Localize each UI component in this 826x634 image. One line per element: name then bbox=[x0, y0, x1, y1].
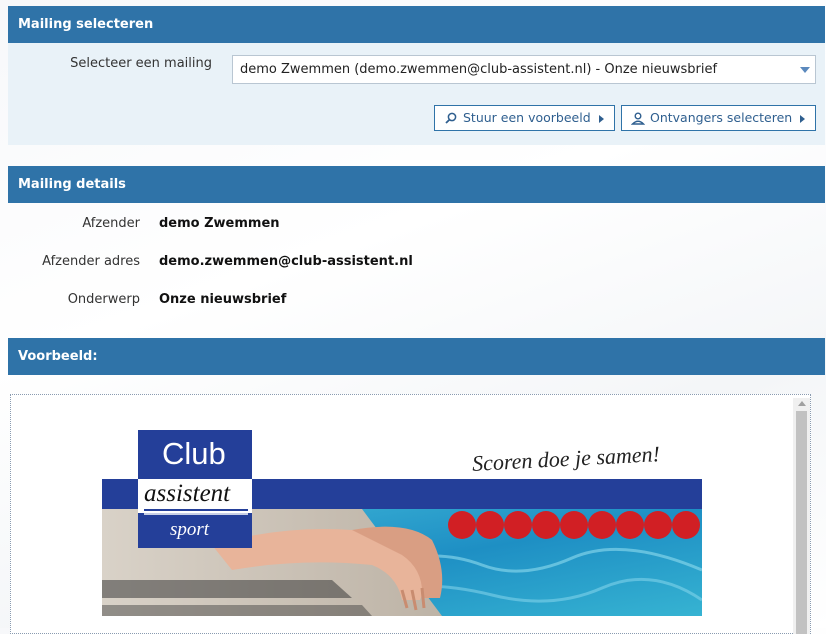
select-recipients-label: Ontvangers selecteren bbox=[650, 110, 793, 125]
mailing-select-header: Mailing selecteren bbox=[8, 6, 825, 43]
scrollbar-thumb[interactable] bbox=[796, 411, 807, 634]
scroll-up-icon[interactable] bbox=[798, 401, 806, 406]
send-preview-button[interactable]: Stuur een voorbeeld bbox=[434, 105, 615, 131]
sender-label: Afzender bbox=[82, 216, 140, 231]
preview-header: Voorbeeld: bbox=[8, 338, 825, 375]
sender-address-label: Afzender adres bbox=[42, 254, 140, 269]
user-icon bbox=[631, 112, 645, 125]
newsletter-banner: Club assistent sport Scoren doe je samen… bbox=[102, 430, 702, 616]
sender-address-value: demo.zwemmen@club-assistent.nl bbox=[159, 254, 413, 269]
sender-value: demo Zwemmen bbox=[159, 216, 280, 231]
subject-value: Onze nieuwsbrief bbox=[159, 292, 287, 307]
logo-text-club: Club bbox=[162, 436, 226, 471]
send-preview-label: Stuur een voorbeeld bbox=[463, 110, 591, 125]
mailing-details-header: Mailing details bbox=[8, 166, 825, 203]
mailing-select-title: Mailing selecteren bbox=[18, 17, 154, 32]
caret-right-icon bbox=[599, 115, 604, 123]
logo-text-assistent: assistent bbox=[144, 480, 231, 507]
search-icon bbox=[445, 112, 457, 124]
mailing-select[interactable]: demo Zwemmen (demo.zwemmen@club-assisten… bbox=[232, 55, 816, 84]
subject-label: Onderwerp bbox=[67, 292, 140, 307]
mailing-select-value: demo Zwemmen (demo.zwemmen@club-assisten… bbox=[240, 62, 718, 77]
select-mailing-label: Selecteer een mailing bbox=[70, 56, 212, 71]
logo-text-sport: sport bbox=[170, 519, 210, 540]
caret-right-icon bbox=[800, 115, 805, 123]
chevron-down-icon bbox=[800, 67, 810, 73]
mailing-details-title: Mailing details bbox=[18, 177, 126, 192]
preview-title: Voorbeeld: bbox=[18, 349, 98, 364]
select-recipients-button[interactable]: Ontvangers selecteren bbox=[621, 105, 816, 131]
